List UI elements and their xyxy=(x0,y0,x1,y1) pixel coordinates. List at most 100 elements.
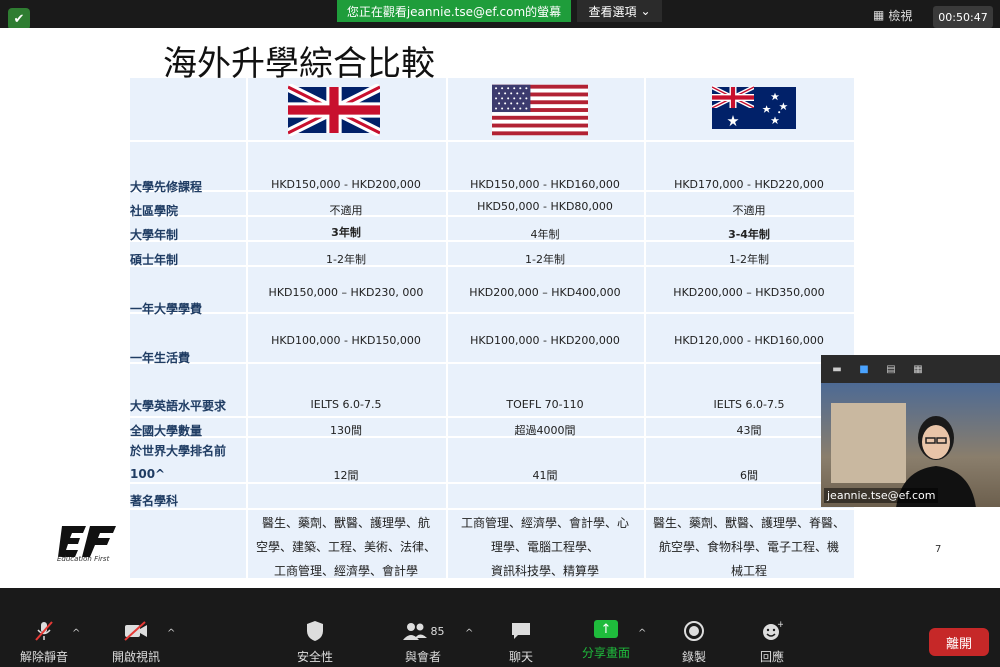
australia-flag-icon xyxy=(712,85,796,129)
video-tile[interactable]: ▬ ■ ▤ ▦ jeannie.tse@ef.com xyxy=(821,355,1000,507)
column-divider xyxy=(446,78,448,578)
uk-value: 130間 xyxy=(330,424,362,437)
row-divider xyxy=(130,508,854,510)
row-label: 一年大學學費 xyxy=(130,302,203,316)
grid-view-icon: ▦ xyxy=(873,8,885,22)
unmute-button[interactable]: 解除靜音 xyxy=(20,620,68,665)
reaction-smiley-icon: + xyxy=(758,620,786,642)
view-options-button[interactable]: 查看選項 ⌄ xyxy=(577,0,662,22)
video-controls: ▬ ■ ▤ ▦ xyxy=(821,355,1000,383)
participants-label: 與會者 xyxy=(404,650,441,664)
speaker-view-icon[interactable]: ■ xyxy=(858,363,870,375)
share-options-caret-icon[interactable]: ^ xyxy=(638,628,646,639)
uk-subjects-line: 工商管理、經濟學、會計學 xyxy=(273,564,418,578)
column-divider xyxy=(246,78,248,578)
row-label: 全國大學數量 xyxy=(130,424,203,438)
us-subjects-line: 理學、電腦工程學、 xyxy=(490,540,599,554)
us-flag-icon xyxy=(492,84,588,136)
share-screen-button[interactable]: ↑ 分享畫面 xyxy=(582,620,630,661)
row-divider xyxy=(130,312,854,314)
au-value: HKD120,000 - HKD160,000 xyxy=(674,334,824,347)
background-building xyxy=(831,403,906,483)
us-subjects-line: 資訊科技學、精算學 xyxy=(490,564,599,578)
chat-button[interactable]: 聊天 xyxy=(507,620,535,665)
uk-subjects: 醫生、藥劑、獸醫、護理學、航 空學、建築、工程、美術、法律、 工商管理、經濟學、… xyxy=(246,511,446,583)
unmute-label: 解除靜音 xyxy=(20,650,69,664)
row-divider xyxy=(130,140,854,142)
chat-label: 聊天 xyxy=(508,650,533,664)
au-value: 不適用 xyxy=(732,204,766,217)
gallery-view-icon[interactable]: ▦ xyxy=(912,363,924,375)
record-label: 錄製 xyxy=(681,650,706,664)
uk-subjects-line: 空學、建築、工程、美術、法律、 xyxy=(255,540,436,554)
security-button[interactable]: 安全性 xyxy=(297,620,333,665)
share-screen-label: 分享畫面 xyxy=(582,646,631,660)
au-subjects-line: 械工程 xyxy=(730,564,767,578)
us-value: 1-2年制 xyxy=(525,253,565,266)
uk-value: IELTS 6.0-7.5 xyxy=(310,398,382,411)
participants-button[interactable]: 85 與會者 xyxy=(398,620,448,665)
record-icon xyxy=(680,620,708,642)
us-value: 4年制 xyxy=(530,228,560,241)
record-button[interactable]: 錄製 xyxy=(680,620,708,665)
row-label: 大學英語水平要求 xyxy=(130,399,227,413)
us-value: HKD150,000 - HKD160,000 xyxy=(470,178,620,191)
page-number: 7 xyxy=(935,544,942,555)
us-value: HKD200,000 – HKD400,000 xyxy=(469,286,621,299)
ef-logo-subtitle: Education First xyxy=(57,555,110,563)
participants-icon: 85 xyxy=(398,620,448,642)
row-label: 社區學院 xyxy=(130,204,179,218)
column-divider xyxy=(644,78,646,578)
leave-button[interactable]: 離開 xyxy=(929,628,989,656)
participants-options-caret-icon[interactable]: ^ xyxy=(465,628,473,639)
row-label: 100^ xyxy=(130,467,166,481)
au-value: 1-2年制 xyxy=(729,253,769,266)
participant-name: jeannie.tse@ef.com xyxy=(824,488,939,503)
us-value: TOEFL 70-110 xyxy=(506,398,584,411)
view-options-label: 查看選項 xyxy=(588,4,637,19)
uk-value: HKD150,000 - HKD200,000 xyxy=(271,178,421,191)
share-screen-icon: ↑ xyxy=(594,620,618,638)
au-subjects: 醫生、藥劑、獸醫、護理學、脊醫、 航空學、食物科學、電子工程、機 械工程 xyxy=(644,511,854,583)
us-subjects-line: 工商管理、經濟學、會計學、心 xyxy=(460,516,629,530)
reactions-button[interactable]: + 回應 xyxy=(758,620,786,665)
uk-value: HKD150,000 – HKD230, 000 xyxy=(268,286,424,299)
video-off-icon xyxy=(122,620,150,642)
us-value: 41間 xyxy=(532,469,558,482)
row-label: 碩士年制 xyxy=(130,253,179,267)
microphone-muted-icon xyxy=(30,620,58,642)
uk-value: 不適用 xyxy=(329,204,363,217)
view-label: 檢視 xyxy=(888,8,913,23)
au-subjects-line: 醫生、藥劑、獸醫、護理學、脊醫、 xyxy=(652,516,845,530)
uk-subjects-line: 醫生、藥劑、獸醫、護理學、航 xyxy=(261,516,430,530)
row-label: 大學先修課程 xyxy=(130,180,203,194)
au-value: HKD170,000 - HKD220,000 xyxy=(674,178,824,191)
au-value: 3-4年制 xyxy=(728,228,770,241)
svg-text:+: + xyxy=(777,620,783,630)
row-label: 一年生活費 xyxy=(130,351,191,365)
top-bar: ✔ 您正在觀看jeannie.tse@ef.com的螢幕 查看選項 ⌄ ▦ 檢視… xyxy=(0,0,1000,30)
row-divider xyxy=(130,362,854,364)
uk-value: 3年制 xyxy=(331,226,361,239)
minimize-icon[interactable]: ▬ xyxy=(831,363,843,375)
encryption-shield-icon[interactable]: ✔ xyxy=(8,8,30,30)
strip-view-icon[interactable]: ▤ xyxy=(885,363,897,375)
share-banner-text: 您正在觀看jeannie.tse@ef.com的螢幕 xyxy=(346,4,562,19)
start-video-label: 開啟視訊 xyxy=(112,650,161,664)
video-options-caret-icon[interactable]: ^ xyxy=(167,628,175,639)
row-divider xyxy=(130,416,854,418)
audio-options-caret-icon[interactable]: ^ xyxy=(72,628,80,639)
au-subjects-line: 航空學、食物科學、電子工程、機 xyxy=(658,540,839,554)
chevron-down-icon: ⌄ xyxy=(640,4,651,18)
uk-value: 12間 xyxy=(333,469,359,482)
view-button[interactable]: ▦ 檢視 xyxy=(873,4,925,26)
uk-value: HKD100,000 - HKD150,000 xyxy=(271,334,421,347)
us-value: 超過4000間 xyxy=(514,424,576,437)
comparison-table: 大學先修課程 HKD150,000 - HKD200,000 HKD150,00… xyxy=(130,78,854,578)
participants-count: 85 xyxy=(430,624,445,638)
us-subjects: 工商管理、經濟學、會計學、心 理學、電腦工程學、 資訊科技學、精算學 xyxy=(446,511,644,583)
share-banner: 您正在觀看jeannie.tse@ef.com的螢幕 xyxy=(337,0,571,22)
security-label: 安全性 xyxy=(297,650,334,664)
participant-video: jeannie.tse@ef.com xyxy=(821,383,1000,507)
start-video-button[interactable]: 開啟視訊 xyxy=(112,620,160,665)
